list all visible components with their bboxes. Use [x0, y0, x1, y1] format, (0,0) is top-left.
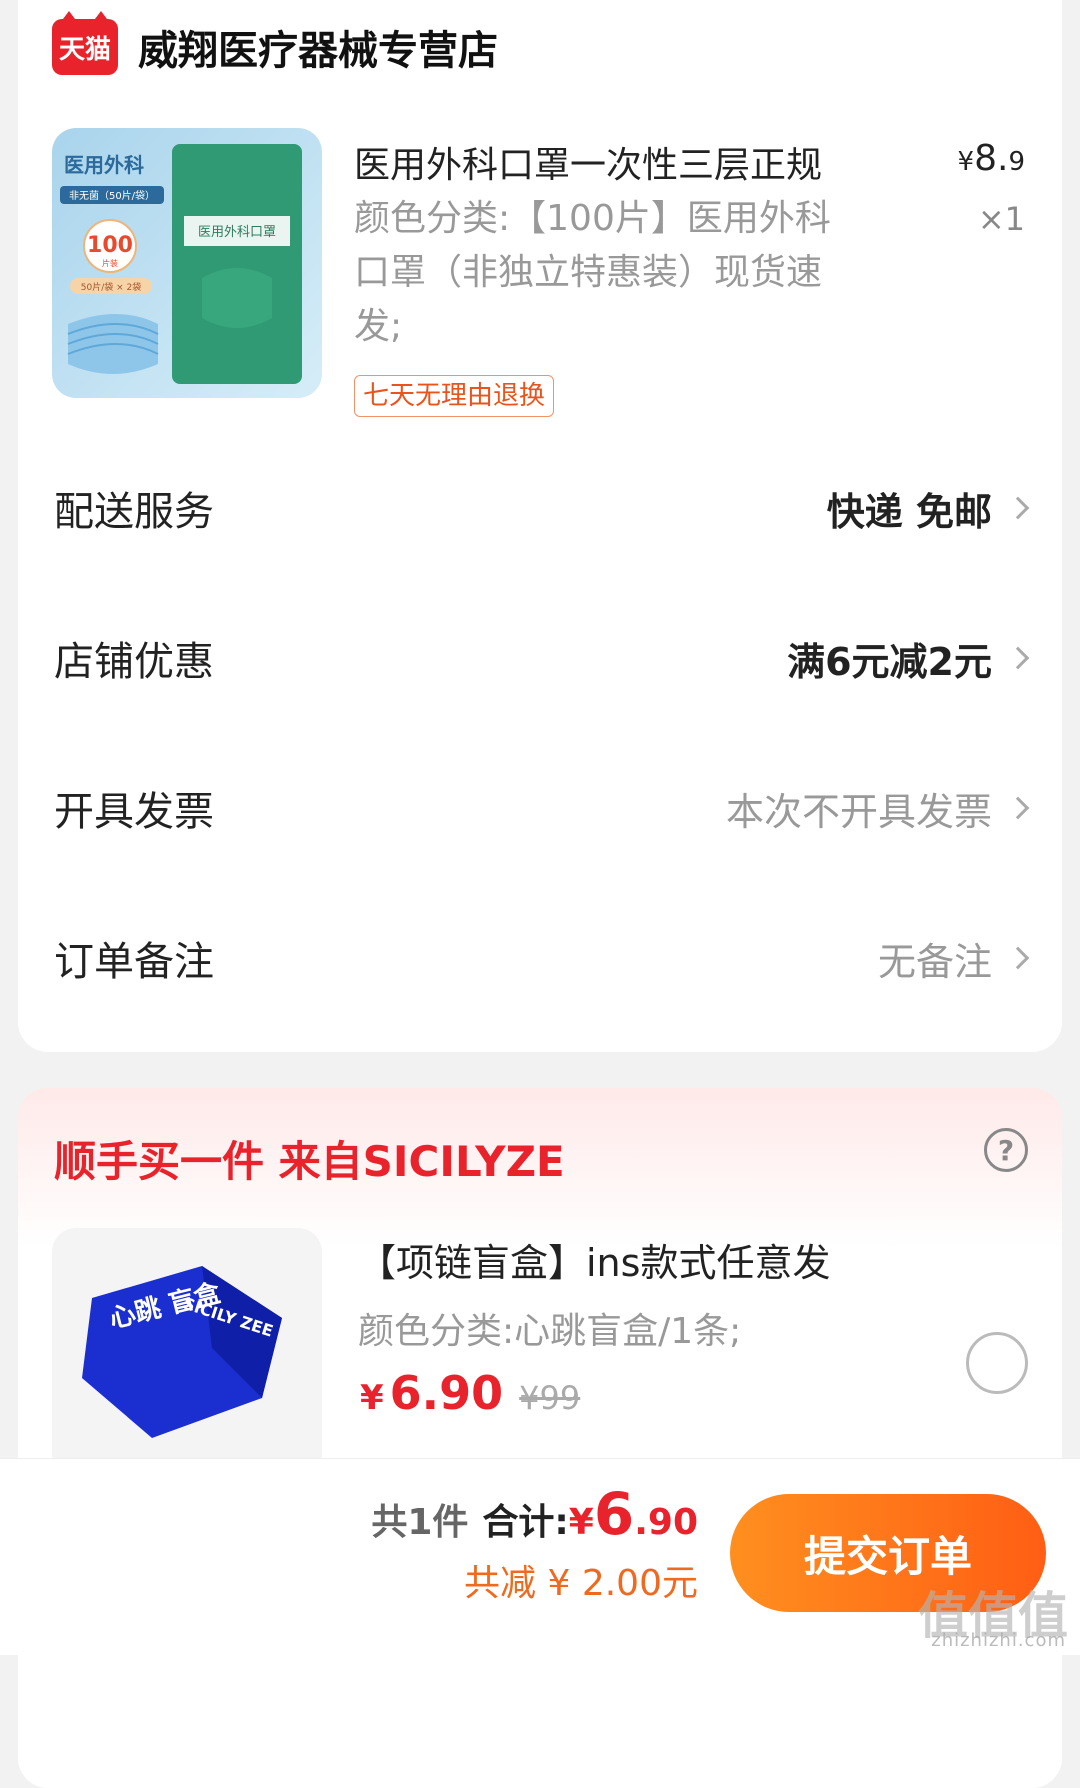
shop-discount-value: 满6元减2元 [787, 631, 1030, 686]
product-price: ¥8.9 [958, 138, 1025, 179]
chevron-right-icon [1006, 796, 1030, 820]
watermark-url: zhizhizhi.com [931, 1630, 1066, 1651]
row-shop-discount[interactable]: 店铺优惠 满6元减2元 [54, 628, 1030, 688]
blind-box-image: 心跳 盲盒 SICILY ZEE [82, 1266, 282, 1438]
promo-item-spec: 颜色分类:心跳盲盒/1条; [358, 1311, 742, 1352]
mask-package-image: 医用外科口罩 医用外科 非无菌（50片/袋） 100 片装 50片/袋 × 2袋 [60, 144, 302, 384]
delivery-value: 快递 免邮 [827, 481, 1030, 536]
product-image[interactable]: 医用外科口罩 医用外科 非无菌（50片/袋） 100 片装 50片/袋 × 2袋 [52, 128, 322, 398]
promo-price-currency: ¥ [360, 1378, 384, 1418]
shop-name[interactable]: 威翔医疗器械专营店 [138, 18, 498, 76]
shop-discount-label: 店铺优惠 [54, 639, 214, 685]
item-count: 共1件 [371, 1502, 469, 1543]
promo-item-price: ¥ 6.90 ¥99 [360, 1366, 580, 1420]
row-delivery[interactable]: 配送服务 快递 免邮 [54, 478, 1030, 538]
count-text: 100 [87, 233, 133, 258]
invoice-value: 本次不开具发票 [726, 781, 1030, 836]
promo-title: 顺手买一件 来自SICILYZE [54, 1137, 565, 1186]
product-quantity: ×1 [977, 200, 1025, 238]
count-unit-text: 片装 [102, 258, 118, 268]
promo-select-radio[interactable] [966, 1332, 1028, 1394]
mask-type-text: 医用外科 [64, 153, 144, 177]
order-totals: 共1件 合计: ¥ 6 .90 共减 ¥ 2.00元 [371, 1480, 698, 1606]
order-note-value: 无备注 [878, 931, 1030, 986]
bag-label: 医用外科口罩 [198, 225, 276, 240]
delivery-label: 配送服务 [54, 489, 214, 535]
total-label: 合计: [482, 1502, 569, 1543]
help-icon[interactable]: ? [984, 1128, 1028, 1172]
invoice-label: 开具发票 [54, 789, 214, 835]
pack-text: 50片/袋 × 2袋 [81, 281, 141, 293]
promo-item-title[interactable]: 【项链盲盒】ins款式任意发 [358, 1232, 830, 1287]
chevron-right-icon [1006, 946, 1030, 970]
total-discount: 共减 ¥ 2.00元 [464, 1563, 698, 1604]
order-note-label: 订单备注 [54, 939, 214, 985]
shop-header[interactable]: 天猫 威翔医疗器械专营店 [52, 11, 498, 76]
promo-item-image[interactable]: 心跳 盲盒 SICILY ZEE [52, 1228, 322, 1478]
chevron-right-icon [1006, 646, 1030, 670]
total-integer: 6 [593, 1480, 635, 1548]
chevron-right-icon [1006, 496, 1030, 520]
product-title[interactable]: 医用外科口罩一次性三层正规 [354, 136, 914, 188]
sterile-text: 非无菌（50片/袋） [69, 189, 155, 202]
price-decimal: 9 [1008, 147, 1025, 177]
price-integer: 8. [974, 138, 1009, 179]
row-order-note[interactable]: 订单备注 无备注 [54, 928, 1030, 988]
row-invoice[interactable]: 开具发票 本次不开具发票 [54, 778, 1030, 838]
total-currency: ¥ [568, 1502, 594, 1543]
promo-price-value: 6.90 [389, 1366, 504, 1420]
total-decimal: .90 [634, 1502, 698, 1543]
promo-original-price: ¥99 [519, 1379, 581, 1417]
product-spec: 颜色分类:【100片】医用外科口罩（非独立特惠装）现货速发; [354, 198, 831, 347]
return-policy-badge: 七天无理由退换 [354, 375, 555, 417]
tmall-logo: 天猫 [52, 11, 118, 75]
price-currency: ¥ [957, 147, 975, 177]
